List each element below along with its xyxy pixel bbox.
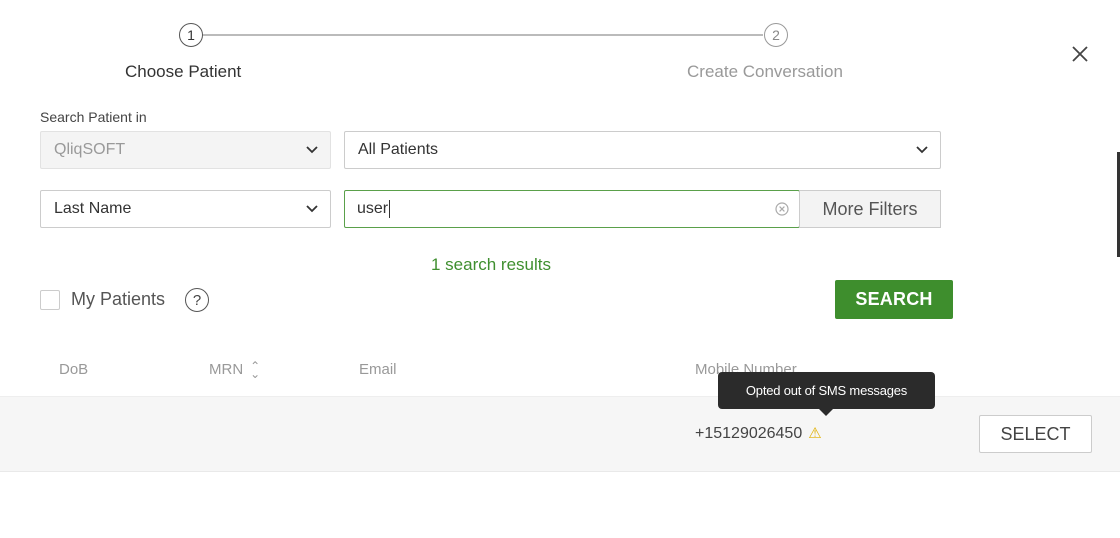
step-1-circle: 1 xyxy=(179,23,203,47)
step-1-number: 1 xyxy=(187,27,195,43)
clear-input-icon[interactable] xyxy=(775,202,789,216)
step-1-label: Choose Patient xyxy=(125,62,242,81)
step-2-number: 2 xyxy=(772,27,780,43)
my-patients-label[interactable]: My Patients xyxy=(71,289,165,310)
search-input[interactable]: user xyxy=(344,190,800,228)
mobile-number-value: +15129026450 xyxy=(695,425,803,442)
column-header-mrn-label: MRN xyxy=(209,361,244,378)
tooltip-arrow xyxy=(819,409,833,416)
my-patients-checkbox[interactable] xyxy=(40,290,60,310)
select-button[interactable]: SELECT xyxy=(979,415,1092,453)
search-input-value: user xyxy=(357,200,389,218)
organization-value: QliqSOFT xyxy=(54,141,126,158)
search-button[interactable]: SEARCH xyxy=(835,280,953,319)
search-results-count: 1 search results xyxy=(431,255,551,274)
sms-opt-out-tooltip: Opted out of SMS messages xyxy=(718,372,935,409)
column-header-mrn[interactable]: MRN ⌃ ⌄ xyxy=(209,360,260,380)
organization-select: QliqSOFT xyxy=(40,131,331,169)
column-header-email[interactable]: Email xyxy=(359,361,397,378)
step-2-label: Create Conversation xyxy=(687,62,843,81)
table-row xyxy=(0,396,1120,472)
warning-icon[interactable]: ⚠ xyxy=(808,425,821,442)
filter-field-select[interactable]: Last Name xyxy=(40,190,331,228)
chevron-down-icon xyxy=(916,146,928,154)
search-patient-in-label: Search Patient in xyxy=(40,109,147,125)
text-caret xyxy=(389,199,391,218)
mobile-number-cell: +15129026450 ⚠ xyxy=(695,424,822,443)
sort-icon[interactable]: ⌃ ⌄ xyxy=(250,360,260,380)
patient-scope-select[interactable]: All Patients xyxy=(344,131,941,169)
help-icon[interactable]: ? xyxy=(185,288,209,312)
close-icon[interactable] xyxy=(1071,44,1089,68)
chevron-down-icon xyxy=(306,205,318,213)
stepper-connector xyxy=(203,34,763,36)
step-2-circle: 2 xyxy=(764,23,788,47)
chevron-down-icon xyxy=(306,146,318,154)
patient-scope-value: All Patients xyxy=(358,141,439,158)
more-filters-button[interactable]: More Filters xyxy=(799,190,941,228)
filter-field-value: Last Name xyxy=(54,200,132,217)
column-header-dob[interactable]: DoB xyxy=(59,361,88,378)
help-glyph: ? xyxy=(192,291,202,309)
stepper: 1 2 Choose Patient Create Conversation xyxy=(0,0,1120,90)
